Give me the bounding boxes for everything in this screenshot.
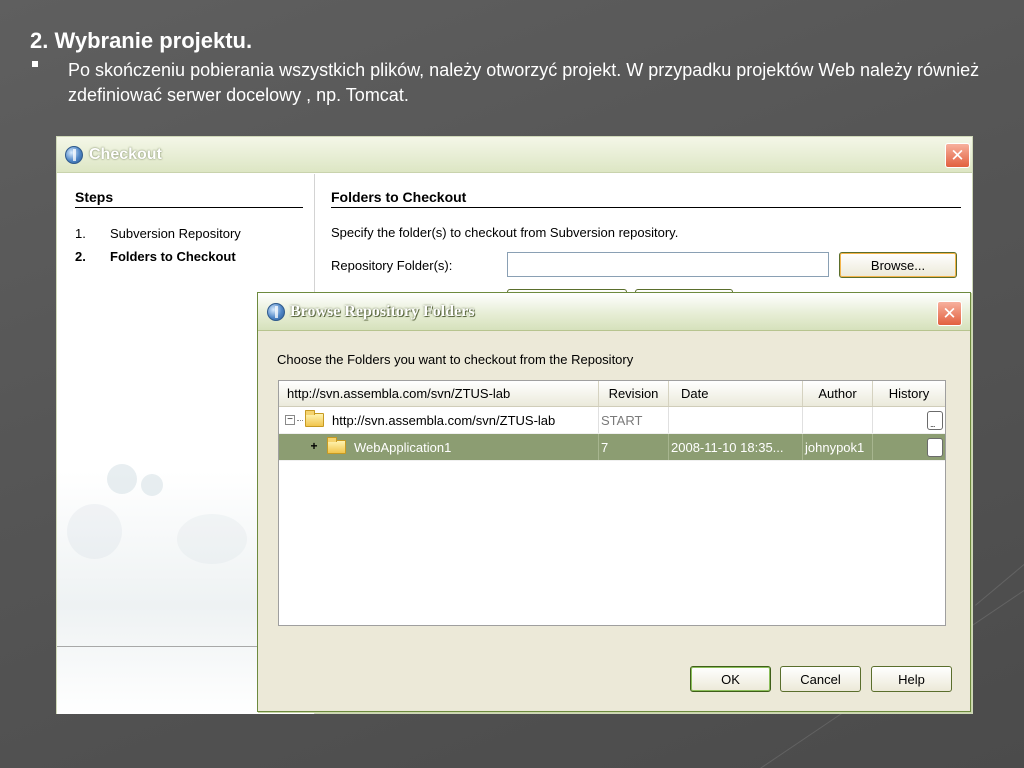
step-label: Subversion Repository xyxy=(110,226,241,241)
step-item: 1. Subversion Repository xyxy=(75,226,241,241)
tree-cell: − http://svn.assembla.com/svn/ZTUS-lab xyxy=(279,407,599,433)
decorative-bubble xyxy=(67,504,122,559)
main-heading: Folders to Checkout xyxy=(331,189,961,208)
row-date xyxy=(669,407,803,433)
decorative-bubble xyxy=(141,474,163,496)
checkout-titlebar[interactable]: Checkout ✕ xyxy=(57,137,972,173)
steps-heading: Steps xyxy=(75,189,303,208)
row-author: johnypok1 xyxy=(803,434,873,460)
repository-tree-table[interactable]: http://svn.assembla.com/svn/ZTUS-lab Rev… xyxy=(278,380,946,626)
step-label: Folders to Checkout xyxy=(110,249,236,264)
bullet-text: Po skończeniu pobierania wszystkich plik… xyxy=(68,60,980,105)
folder-icon xyxy=(327,437,346,454)
browse-button[interactable]: Browse... xyxy=(839,252,957,278)
tree-cell: + WebApplication1 xyxy=(279,434,599,460)
repository-folder-label: Repository Folder(s): xyxy=(331,258,453,273)
dialog-titlebar[interactable]: Browse Repository Folders ✕ xyxy=(258,293,970,331)
expand-icon[interactable]: + xyxy=(309,440,319,452)
tree-connector xyxy=(297,419,303,421)
decorative-bubble xyxy=(177,514,247,564)
checkout-close-button[interactable]: ✕ xyxy=(945,143,970,168)
table-header: http://svn.assembla.com/svn/ZTUS-lab Rev… xyxy=(279,381,945,407)
step-item-current: 2. Folders to Checkout xyxy=(75,249,236,264)
history-checkbox[interactable] xyxy=(927,437,943,457)
row-name: http://svn.assembla.com/svn/ZTUS-lab xyxy=(332,412,556,428)
column-header-revision[interactable]: Revision xyxy=(599,381,669,406)
step-number: 1. xyxy=(75,226,86,241)
app-icon xyxy=(65,146,83,164)
dialog-close-button[interactable]: ✕ xyxy=(937,301,962,326)
dialog-instruction: Choose the Folders you want to checkout … xyxy=(277,352,634,367)
help-button[interactable]: Help xyxy=(871,666,952,692)
dialog-title: Browse Repository Folders xyxy=(290,303,475,320)
cancel-button[interactable]: Cancel xyxy=(780,666,861,692)
slide-bullet: Po skończeniu pobierania wszystkich plik… xyxy=(30,58,990,108)
column-header-path[interactable]: http://svn.assembla.com/svn/ZTUS-lab xyxy=(279,381,599,406)
column-header-history[interactable]: History xyxy=(873,381,945,406)
decorative-bubble xyxy=(107,464,137,494)
browse-dialog: Browse Repository Folders ✕ Choose the F… xyxy=(257,292,971,712)
history-cell xyxy=(873,434,945,460)
row-name: WebApplication1 xyxy=(354,439,452,455)
column-header-date[interactable]: Date xyxy=(669,381,803,406)
table-row[interactable]: − http://svn.assembla.com/svn/ZTUS-lab S… xyxy=(279,407,945,434)
row-date: 2008-11-10 18:35... xyxy=(669,434,803,460)
table-row-selected[interactable]: + WebApplication1 7 2008-11-10 18:35... … xyxy=(279,434,945,461)
step-number: 2. xyxy=(75,249,86,264)
ok-button[interactable]: OK xyxy=(690,666,771,692)
slide-title: 2. Wybranie projektu. xyxy=(30,28,253,53)
checkout-title: Checkout xyxy=(89,146,162,163)
bullet-square-icon xyxy=(30,58,68,108)
app-icon xyxy=(267,303,285,321)
main-description: Specify the folder(s) to checkout from S… xyxy=(331,225,679,240)
column-header-author[interactable]: Author xyxy=(803,381,873,406)
row-author xyxy=(803,407,873,433)
repository-folder-input[interactable] xyxy=(507,252,829,277)
row-revision: START xyxy=(599,407,669,433)
row-revision: 7 xyxy=(599,434,669,460)
open-folder-icon xyxy=(305,410,324,427)
collapse-icon[interactable]: − xyxy=(285,415,295,425)
history-cell xyxy=(873,407,945,433)
dialog-body: Choose the Folders you want to checkout … xyxy=(258,332,970,711)
history-button[interactable] xyxy=(927,410,943,430)
